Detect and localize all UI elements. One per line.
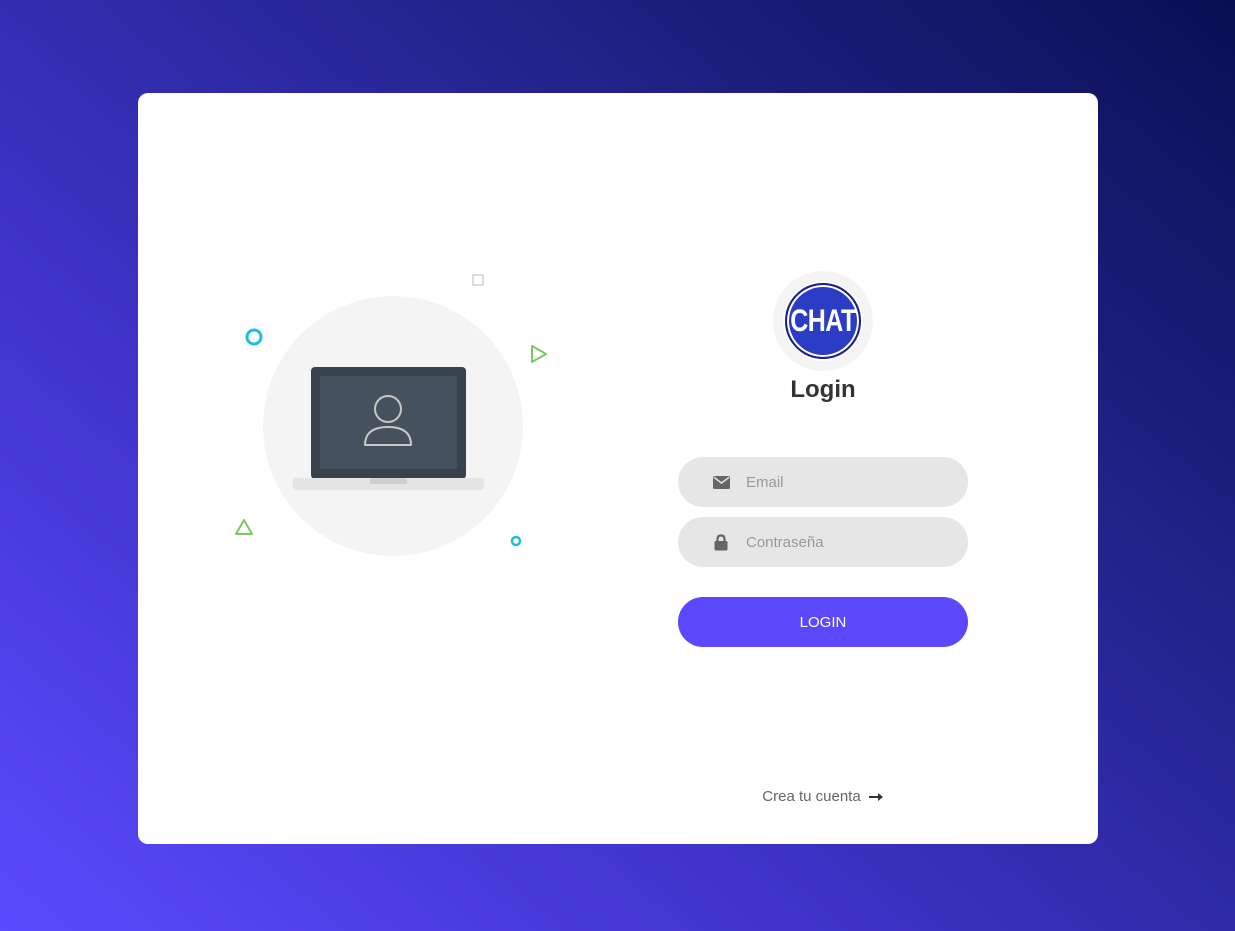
- arrow-right-icon: [868, 789, 884, 806]
- password-input[interactable]: [746, 517, 946, 567]
- triangle-outline-icon: [235, 519, 253, 535]
- email-field[interactable]: [678, 457, 968, 507]
- envelope-icon: [711, 472, 731, 492]
- login-form: CHAT Login LOGIN: [618, 93, 1098, 844]
- circle-outline-icon: [245, 328, 263, 346]
- chat-logo: CHAT: [783, 281, 863, 361]
- square-outline-icon: [472, 274, 484, 286]
- lock-icon: [711, 532, 731, 552]
- login-button[interactable]: LOGIN: [678, 597, 968, 647]
- login-illustration: [138, 93, 618, 844]
- create-account-link[interactable]: Crea tu cuenta: [618, 788, 1028, 806]
- small-circle-icon: [510, 535, 522, 547]
- email-input[interactable]: [746, 457, 946, 507]
- logo-backdrop: CHAT: [773, 271, 873, 371]
- laptop-user-icon: [293, 367, 484, 490]
- password-field[interactable]: [678, 517, 968, 567]
- play-triangle-icon: [531, 345, 547, 363]
- login-card: CHAT Login LOGIN: [138, 93, 1098, 844]
- chat-logo-badge: CHAT: [785, 283, 861, 359]
- logo-text: CHAT: [790, 302, 856, 338]
- create-account-label: Crea tu cuenta: [762, 788, 861, 805]
- page-title: Login: [790, 376, 856, 403]
